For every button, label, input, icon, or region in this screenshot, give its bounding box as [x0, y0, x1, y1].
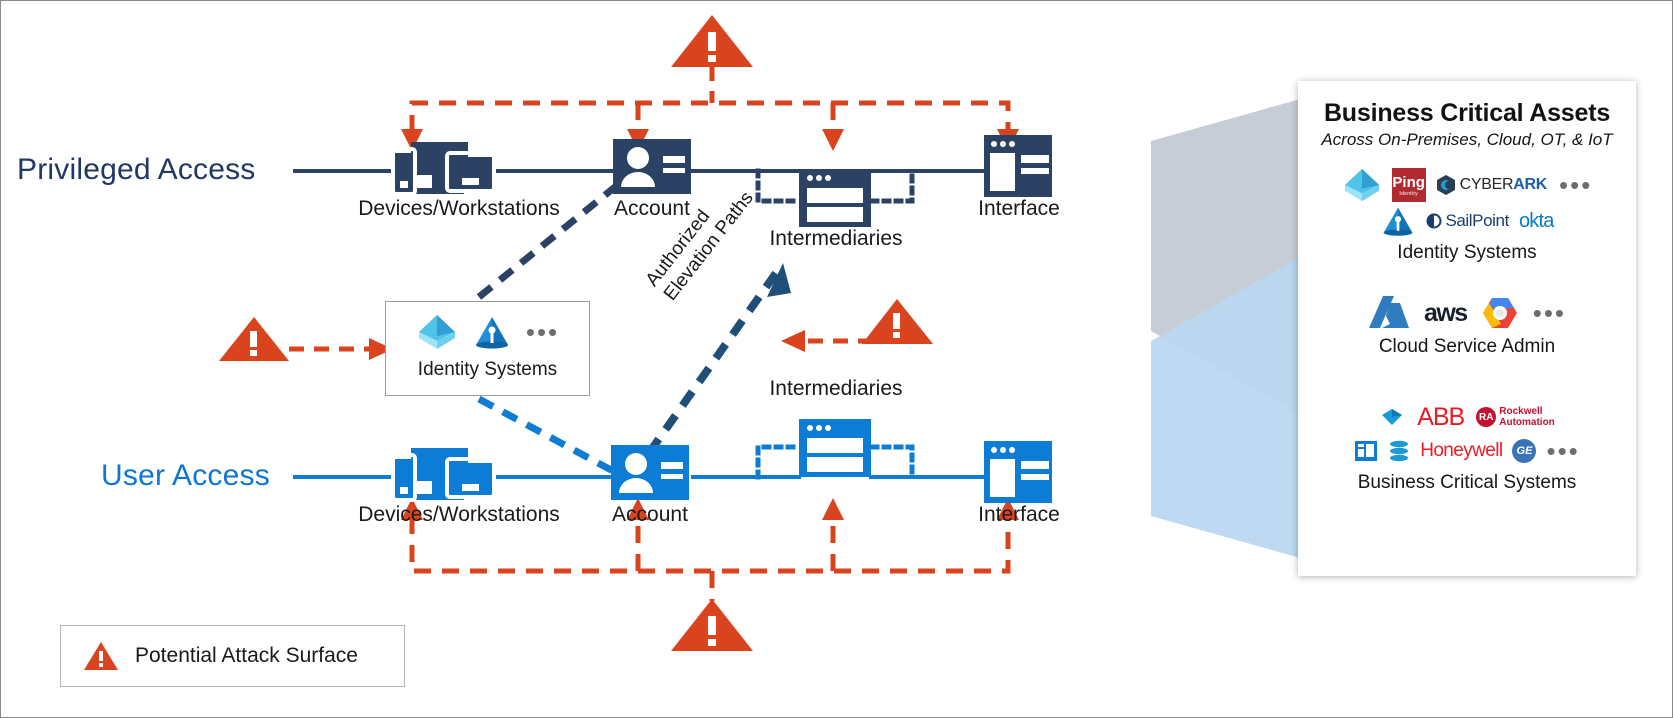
devices-icon-privileged: [391, 142, 496, 196]
card-group-caption-bcs: Business Critical Systems: [1357, 472, 1577, 493]
node-label-account-privileged: Account: [614, 197, 690, 220]
sharepoint-logo: [1355, 441, 1378, 461]
ping-identity-logo: Ping Identity: [1391, 168, 1426, 202]
warning-triangle-icon-bottom: [671, 599, 753, 651]
card-title: Business Critical Assets: [1323, 99, 1611, 127]
node-label-interface-user: Interface: [978, 503, 1060, 526]
sap-logo: [1382, 409, 1403, 425]
identity-systems-box[interactable]: ••• Identity Systems: [385, 301, 590, 396]
sailpoint-mark-icon: [1426, 213, 1442, 229]
google-cloud-logo: [1482, 298, 1517, 328]
warning-triangle-icon-left: [219, 317, 289, 361]
bcs-logo-row-1: ABB RA Rockwell Automation: [1308, 400, 1626, 434]
sailpoint-logo: SailPoint: [1426, 211, 1509, 231]
row-title-privileged-access: Privileged Access: [17, 153, 256, 186]
identity-more-dots: •••: [1559, 170, 1593, 200]
card-group-cloud-service-admin: aws ••• Cloud Service Admin: [1308, 294, 1626, 358]
card-subtitle: Across On-Premises, Cloud, OT, & IoT: [1321, 130, 1613, 149]
attack-surface-top-heads: [401, 129, 1019, 151]
identity-systems-logo-row: •••: [386, 302, 589, 358]
node-label-devices-user: Devices/Workstations: [358, 503, 560, 526]
card-group-caption-identity: Identity Systems: [1397, 242, 1537, 263]
card-group-business-critical-systems: ABB RA Rockwell Automation Honeywell GE …: [1308, 400, 1626, 494]
honeywell-logo: Honeywell: [1420, 440, 1503, 461]
interface-icon-user: [984, 441, 1052, 503]
azure-ad-logo: [1344, 168, 1379, 202]
card-group-identity-systems: Ping Identity CYBERARK ••• SailPoint okt…: [1308, 166, 1626, 264]
ge-logo: GE: [1512, 439, 1537, 463]
diagram-canvas: Privileged Access User Access Devices/Wo…: [0, 0, 1673, 718]
bcs-logo-row-2: Honeywell GE •••: [1308, 434, 1626, 468]
ping-identity-sublabel: Identity: [1399, 190, 1418, 197]
identity-logo-row-1: Ping Identity CYBERARK •••: [1308, 166, 1626, 204]
intermediaries-icon-privileged: [799, 169, 871, 227]
warning-triangle-icon-top: [671, 15, 753, 67]
intermediaries-icon-user: [799, 419, 871, 477]
attack-surface-bottom: [409, 517, 1011, 601]
funnel-graphic: [1151, 96, 1311, 561]
sailpoint-wordmark: SailPoint: [1445, 211, 1509, 230]
cyberark-wordmark: CYBERARK: [1459, 176, 1548, 193]
cloud-more-dots: •••: [1532, 298, 1567, 328]
row-title-user-access: User Access: [101, 459, 270, 492]
active-directory-logo: [1384, 207, 1413, 236]
cyberark-logo: CYBERARK: [1436, 174, 1547, 196]
aws-logo: aws: [1423, 298, 1468, 327]
identity-logo-row-2: SailPoint okta: [1308, 204, 1626, 238]
attack-surface-top: [409, 67, 1011, 132]
business-critical-assets-card: Business Critical Assets Across On-Premi…: [1298, 81, 1636, 576]
account-icon-user: [611, 445, 689, 500]
bcs-more-dots: •••: [1546, 436, 1580, 466]
devices-icon-user: [391, 448, 496, 502]
cyberark-mark-icon: [1436, 175, 1455, 195]
node-label-account-user: Account: [612, 503, 688, 526]
active-directory-logo: [475, 317, 508, 349]
node-label-devices-privileged: Devices/Workstations: [358, 197, 560, 220]
account-icon-privileged: [613, 139, 691, 194]
warning-triangle-icon-right: [862, 299, 933, 344]
okta-logo: okta: [1518, 209, 1554, 232]
legend-label: Potential Attack Surface: [135, 644, 358, 667]
card-group-caption-cloud: Cloud Service Admin: [1378, 336, 1556, 357]
node-label-intermediaries-user: Intermediaries: [769, 377, 903, 400]
rockwell-automation-logo: RA Rockwell Automation: [1476, 406, 1555, 428]
interface-icon-privileged: [984, 135, 1052, 197]
node-label-interface-privileged: Interface: [978, 197, 1060, 220]
warning-triangle-icon: [84, 642, 118, 670]
legend-potential-attack-surface: Potential Attack Surface: [60, 625, 405, 687]
identity-systems-more-dots: •••: [525, 317, 560, 347]
azure-logo: [1368, 296, 1409, 328]
rockwell-badge-icon: RA: [1476, 407, 1497, 427]
abb-logo: ABB: [1417, 402, 1465, 431]
rockwell-wordmark: Rockwell Automation: [1499, 406, 1555, 428]
oracle-logo: [1390, 440, 1409, 462]
identity-systems-caption: Identity Systems: [417, 359, 558, 380]
node-label-intermediaries-privileged: Intermediaries: [769, 227, 903, 250]
azure-ad-logo: [418, 315, 455, 349]
cloud-logo-row-1: aws •••: [1308, 294, 1626, 332]
